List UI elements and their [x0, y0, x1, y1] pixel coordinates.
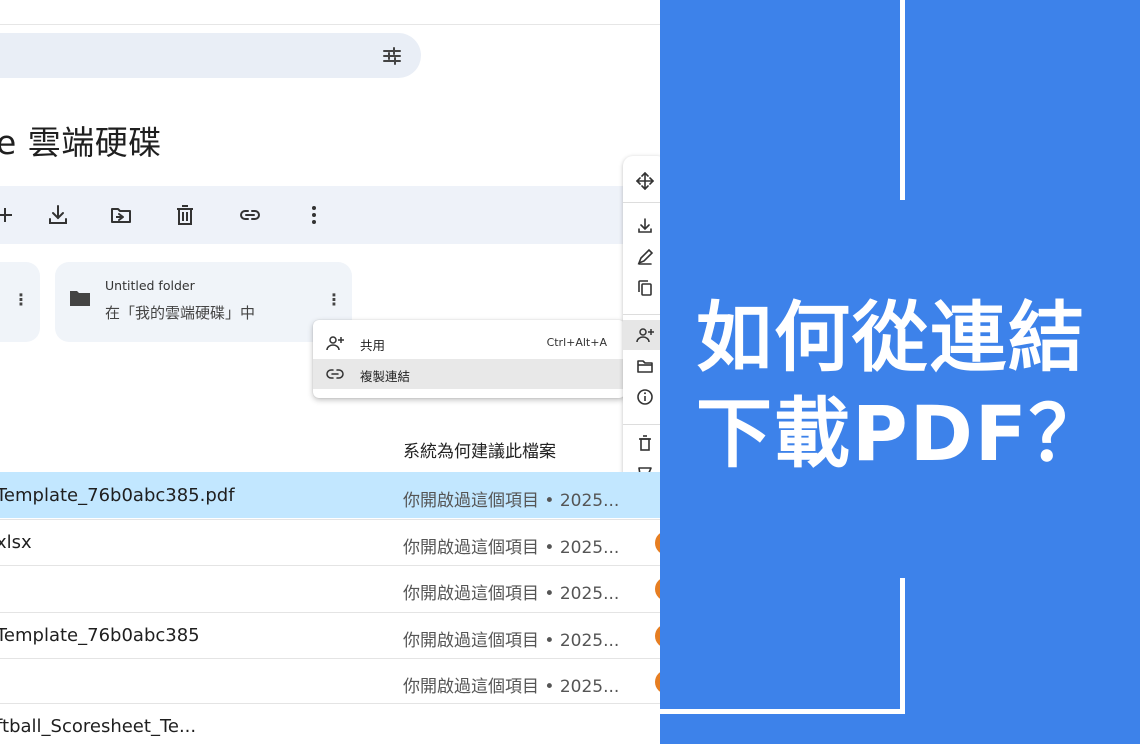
rename-icon[interactable] — [635, 247, 655, 267]
table-row[interactable]: Template_76b0abc385 你開啟過這個項目 • 2025... — [0, 612, 660, 658]
suggestion-reason: 你開啟過這個項目 • 2025... — [403, 584, 620, 604]
add-icon[interactable] — [0, 202, 18, 228]
table-row[interactable]: xlsx 你開啟過這個項目 • 2025... — [0, 519, 660, 565]
link-icon — [326, 369, 344, 379]
table-row[interactable]: 你開啟過這個項目 • 2025... — [0, 565, 660, 611]
file-name: ftball_Scoresheet_Te... — [0, 716, 197, 737]
menu-item-label: 複製連結 — [360, 369, 411, 384]
more-vert-icon[interactable]: ⋮ — [325, 288, 343, 310]
copy-icon[interactable] — [635, 278, 655, 298]
headline-line-2: 下載PDF？ — [696, 389, 1107, 478]
folder-card-previous[interactable]: ⋮ — [0, 262, 40, 342]
download-icon[interactable] — [45, 202, 71, 228]
rail-divider — [623, 202, 660, 203]
trash-icon[interactable] — [635, 433, 655, 453]
folder-icon — [70, 291, 90, 306]
trash-icon[interactable] — [172, 202, 198, 228]
menu-item-label: 共用 — [360, 338, 386, 353]
more-vert-icon[interactable] — [301, 202, 327, 228]
info-icon[interactable] — [635, 387, 655, 407]
menu-item-copy-link[interactable]: 複製連結 — [313, 359, 625, 389]
column-header-reason: 系統為何建議此檔案 — [403, 442, 556, 462]
file-name: Template_76b0abc385.pdf — [0, 485, 235, 506]
move-icon[interactable] — [635, 171, 655, 191]
banner-headline: 如何從連結 下載PDF？ — [696, 290, 1136, 482]
action-rail — [623, 156, 660, 498]
file-name: xlsx — [0, 532, 32, 553]
more-vert-icon[interactable]: ⋮ — [12, 288, 30, 310]
menu-item-shortcut: Ctrl+Alt+A — [546, 336, 607, 349]
page-title: e 雲端硬碟 — [0, 123, 162, 162]
suggestion-reason: 你開啟過這個項目 • 2025... — [403, 677, 620, 697]
rail-divider — [623, 424, 660, 425]
title-banner: 如何從連結 下載PDF？ — [660, 0, 1140, 744]
suggestion-reason: 你開啟過這個項目 • 2025... — [403, 491, 620, 511]
search-bar[interactable] — [0, 33, 421, 78]
folder-name: Untitled folder — [105, 278, 195, 293]
link-icon[interactable] — [237, 202, 263, 228]
file-name: Template_76b0abc385 — [0, 625, 200, 646]
drive-screenshot: e 雲端硬碟 ⋮ Untitled folder 在「我的雲端硬碟」中 ⋮ 共用… — [0, 0, 660, 744]
suggestion-reason: 你開啟過這個項目 • 2025... — [403, 538, 620, 558]
menu-item-share[interactable]: 共用 Ctrl+Alt+A — [313, 328, 625, 358]
decorative-line — [900, 0, 905, 200]
folder-card[interactable]: Untitled folder 在「我的雲端硬碟」中 ⋮ — [55, 262, 352, 342]
decorative-line — [900, 578, 905, 714]
table-row[interactable]: ftball_Scoresheet_Te... — [0, 703, 660, 744]
top-divider — [0, 24, 660, 25]
headline-line-1: 如何從連結 — [696, 293, 1086, 382]
table-row[interactable]: Template_76b0abc385.pdf 你開啟過這個項目 • 2025.… — [0, 472, 660, 518]
download-icon[interactable] — [635, 216, 655, 236]
folder-location: 在「我的雲端硬碟」中 — [105, 304, 256, 322]
rail-divider — [623, 314, 660, 315]
filter-options-icon[interactable] — [381, 45, 403, 67]
suggestion-reason: 你開啟過這個項目 • 2025... — [403, 631, 620, 651]
share-icon[interactable] — [635, 325, 655, 345]
selection-toolbar — [0, 186, 660, 244]
folder-open-icon[interactable] — [635, 356, 655, 376]
person-add-icon — [326, 336, 344, 351]
context-menu: 共用 Ctrl+Alt+A 複製連結 — [313, 320, 625, 398]
move-to-folder-icon[interactable] — [108, 202, 134, 228]
table-row[interactable]: 你開啟過這個項目 • 2025... — [0, 658, 660, 704]
decorative-line — [660, 709, 905, 714]
